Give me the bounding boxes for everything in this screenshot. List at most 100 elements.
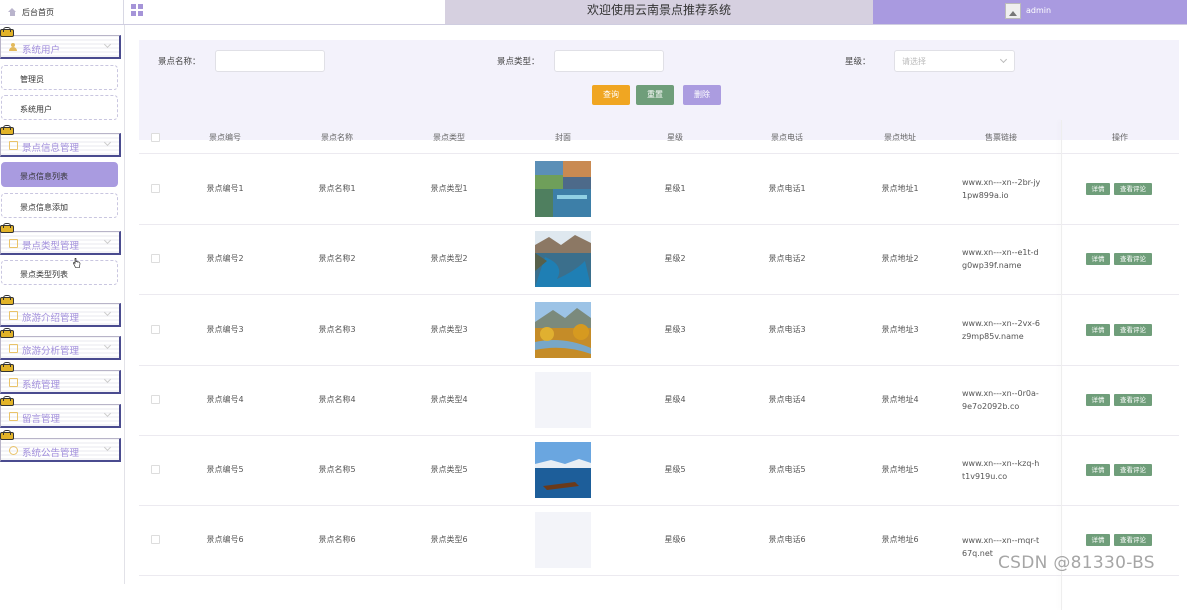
filter-name-label: 景点名称： — [158, 57, 201, 67]
detail-button[interactable]: 详情 — [1086, 534, 1110, 546]
view-comments-button[interactable]: 查看评论 — [1114, 253, 1152, 265]
sidebar-item-scenic-list[interactable]: 景点信息列表 — [1, 162, 118, 187]
user-name: admin — [1026, 6, 1052, 15]
scenic-level: 星级1 — [664, 184, 686, 193]
chevron-down-icon — [999, 55, 1008, 64]
row-checkbox[interactable] — [151, 184, 160, 193]
menu-grid-icon[interactable] — [131, 4, 143, 16]
document-icon — [9, 344, 18, 353]
view-comments-button[interactable]: 查看评论 — [1114, 183, 1152, 195]
view-comments-button[interactable]: 查看评论 — [1114, 394, 1152, 406]
fixed-column-divider — [1061, 120, 1062, 610]
scenic-name: 景点名称2 — [318, 254, 356, 263]
scenic-code: 景点编号6 — [206, 535, 244, 544]
chevron-down-icon — [103, 236, 112, 245]
row-checkbox[interactable] — [151, 395, 160, 404]
query-button[interactable]: 查询 — [592, 85, 630, 105]
row-checkbox[interactable] — [151, 465, 160, 474]
scenic-name: 景点名称1 — [318, 184, 356, 193]
sidebar-item-label: 景点信息添加 — [20, 203, 68, 212]
sidebar-item-scenic-add[interactable]: 景点信息添加 — [1, 193, 118, 218]
ticket-link[interactable]: www.xn---xn--e1t-dg0wp39f.name — [962, 246, 1042, 272]
sidebar-group-travel-intro[interactable]: 旅游介绍管理 — [0, 295, 121, 327]
scenic-type: 景点类型4 — [430, 395, 468, 404]
paperclip-icon — [0, 223, 15, 233]
sidebar-item-system-users[interactable]: 系统用户 — [1, 95, 118, 120]
view-comments-button[interactable]: 查看评论 — [1114, 534, 1152, 546]
chevron-down-icon — [103, 409, 112, 418]
view-comments-button[interactable]: 查看评论 — [1114, 324, 1152, 336]
table-header-row: 景点编号 景点名称 景点类型 封面 星级 景点电话 景点地址 售票链接 操作 — [139, 120, 1179, 154]
ticket-link[interactable]: www.xn---xn--2vx-6z9mp85v.name — [962, 317, 1042, 343]
scenic-phone: 景点电话2 — [768, 254, 806, 263]
sidebar-group-scenic-info[interactable]: 景点信息管理 — [0, 125, 121, 157]
column-header: 封面 — [555, 133, 571, 142]
detail-button[interactable]: 详情 — [1086, 183, 1110, 195]
paperclip-icon — [0, 362, 15, 372]
scenic-name: 景点名称3 — [318, 325, 356, 334]
scenic-type-input[interactable] — [554, 50, 664, 72]
hand-cursor-icon — [73, 258, 81, 268]
scenic-address: 景点地址2 — [881, 254, 919, 263]
sidebar-group-label: 景点信息管理 — [22, 143, 80, 154]
sidebar-group-label: 旅游介绍管理 — [22, 313, 80, 324]
user-icon — [9, 43, 17, 51]
row-checkbox[interactable] — [151, 325, 160, 334]
scenic-name: 景点名称4 — [318, 395, 356, 404]
detail-button[interactable]: 详情 — [1086, 324, 1110, 336]
detail-button[interactable]: 详情 — [1086, 394, 1110, 406]
ticket-link[interactable]: www.xn---xn--0r0a-9e7o2092b.co — [962, 387, 1042, 413]
sidebar-item-type-list[interactable]: 景点类型列表 — [1, 260, 118, 285]
column-header: 景点地址 — [884, 133, 916, 142]
detail-button[interactable]: 详情 — [1086, 464, 1110, 476]
view-comments-button[interactable]: 查看评论 — [1114, 464, 1152, 476]
reset-button[interactable]: 重置 — [636, 85, 674, 105]
cover-image — [535, 231, 591, 287]
sidebar-group-travel-analysis[interactable]: 旅游分析管理 — [0, 328, 121, 360]
table-row: 景点编号5 景点名称5 景点类型5 星级5 景点电话5 景点地址5 www.xn---xn-… — [139, 435, 1179, 506]
scenic-code: 景点编号2 — [206, 254, 244, 263]
ticket-link[interactable]: www.xn---xn--kzq-ht1v919u.co — [962, 457, 1042, 483]
main-content: 景点名称： 景点类型： 星级： 请选择 查询 重置 删除 景点编号 景点名称 景… — [125, 25, 1187, 610]
settings-icon — [9, 378, 18, 387]
sidebar-group-notices[interactable]: 系统公告管理 — [0, 430, 121, 462]
home-icon — [8, 7, 17, 17]
sidebar-group-system[interactable]: 系统管理 — [0, 362, 121, 394]
select-all-checkbox[interactable] — [151, 133, 160, 142]
paperclip-icon — [0, 430, 15, 440]
scenic-name-input[interactable] — [215, 50, 325, 72]
sidebar-group-label: 留言管理 — [22, 414, 61, 425]
message-icon — [9, 412, 18, 421]
scenic-type: 景点类型6 — [430, 535, 468, 544]
detail-button[interactable]: 详情 — [1086, 253, 1110, 265]
level-select[interactable]: 请选择 — [894, 50, 1015, 72]
scenic-type: 景点类型5 — [430, 465, 468, 474]
sidebar-group-messages[interactable]: 留言管理 — [0, 396, 121, 428]
chevron-down-icon — [103, 138, 112, 147]
delete-button[interactable]: 删除 — [683, 85, 721, 105]
sidebar-group-scenic-type[interactable]: 景点类型管理 — [0, 223, 121, 255]
chevron-down-icon — [103, 443, 112, 452]
table-row: 景点编号1 景点名称1 景点类型1 星级1 景点电话1 景点地址1 www.xn---xn-… — [139, 154, 1179, 225]
sidebar-item-admin[interactable]: 管理员 — [1, 65, 118, 90]
column-header: 操作 — [1112, 133, 1128, 142]
user-menu[interactable]: admin — [873, 0, 1187, 24]
sidebar-group-label: 系统用户 — [22, 45, 61, 56]
scenic-phone: 景点电话3 — [768, 325, 806, 334]
ticket-link[interactable]: www.xn---xn--2br-jy1pw899a.io — [962, 176, 1042, 202]
scenic-address: 景点地址3 — [881, 325, 919, 334]
paperclip-icon — [0, 27, 15, 37]
level-select-placeholder: 请选择 — [902, 57, 926, 66]
column-header: 景点类型 — [433, 133, 465, 142]
scenic-code: 景点编号1 — [206, 184, 244, 193]
column-header: 售票链接 — [985, 133, 1017, 142]
scenic-address: 景点地址6 — [881, 535, 919, 544]
column-header: 景点名称 — [321, 133, 353, 142]
sidebar-group-users[interactable]: 系统用户 — [0, 27, 121, 59]
row-checkbox[interactable] — [151, 254, 160, 263]
row-checkbox[interactable] — [151, 535, 160, 544]
column-header: 景点电话 — [771, 133, 803, 142]
home-link[interactable]: 后台首页 — [0, 0, 124, 24]
watermark: CSDN @81330-BS — [998, 553, 1155, 573]
column-header: 景点编号 — [209, 133, 241, 142]
